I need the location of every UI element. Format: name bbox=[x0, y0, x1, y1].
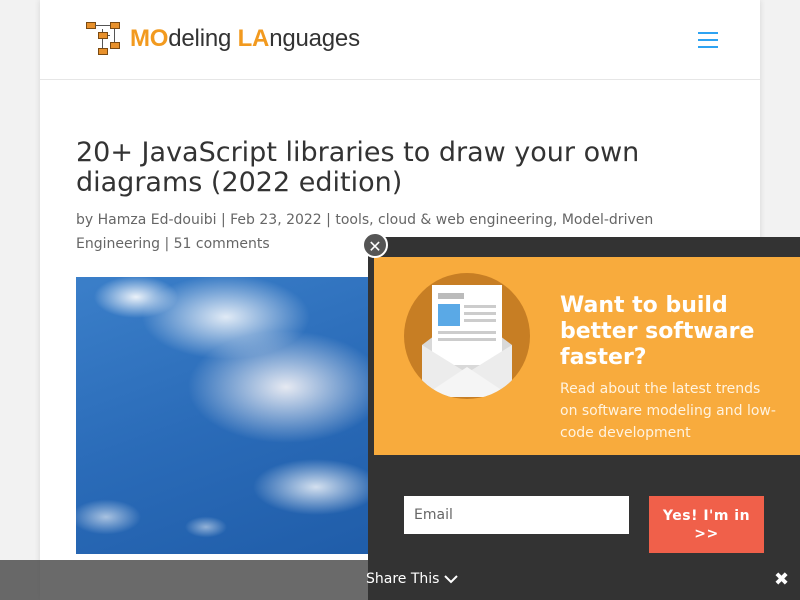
close-icon[interactable]: ✕ bbox=[362, 232, 388, 258]
logo-diagram-icon bbox=[84, 20, 124, 58]
page-title: 20+ JavaScript libraries to draw your ow… bbox=[76, 137, 640, 198]
hero-image bbox=[76, 277, 406, 554]
popup-description: Read about the latest trends on software… bbox=[560, 381, 776, 441]
hamburger-icon[interactable] bbox=[698, 32, 718, 48]
email-field[interactable] bbox=[404, 496, 629, 534]
share-bar-background bbox=[0, 560, 368, 600]
newsletter-popup: Want to build better software faster? Re… bbox=[368, 237, 800, 560]
subscribe-button[interactable]: Yes! I'm in >> bbox=[649, 496, 764, 553]
site-logo[interactable]: MOdeling LAnguages bbox=[84, 20, 360, 58]
popup-heading: Want to build better software faster? bbox=[560, 293, 755, 370]
share-close-icon[interactable]: ✖ bbox=[774, 570, 789, 590]
share-label[interactable]: Share This bbox=[366, 571, 439, 587]
popup-panel: Want to build better software faster? Re… bbox=[374, 257, 800, 455]
envelope-newsletter-icon bbox=[404, 273, 530, 399]
chevron-down-icon[interactable] bbox=[442, 570, 460, 588]
site-header: MOdeling LAnguages bbox=[40, 0, 760, 80]
share-bar: Share This ✖ bbox=[0, 560, 800, 600]
logo-wordmark: MOdeling LAnguages bbox=[130, 25, 360, 52]
